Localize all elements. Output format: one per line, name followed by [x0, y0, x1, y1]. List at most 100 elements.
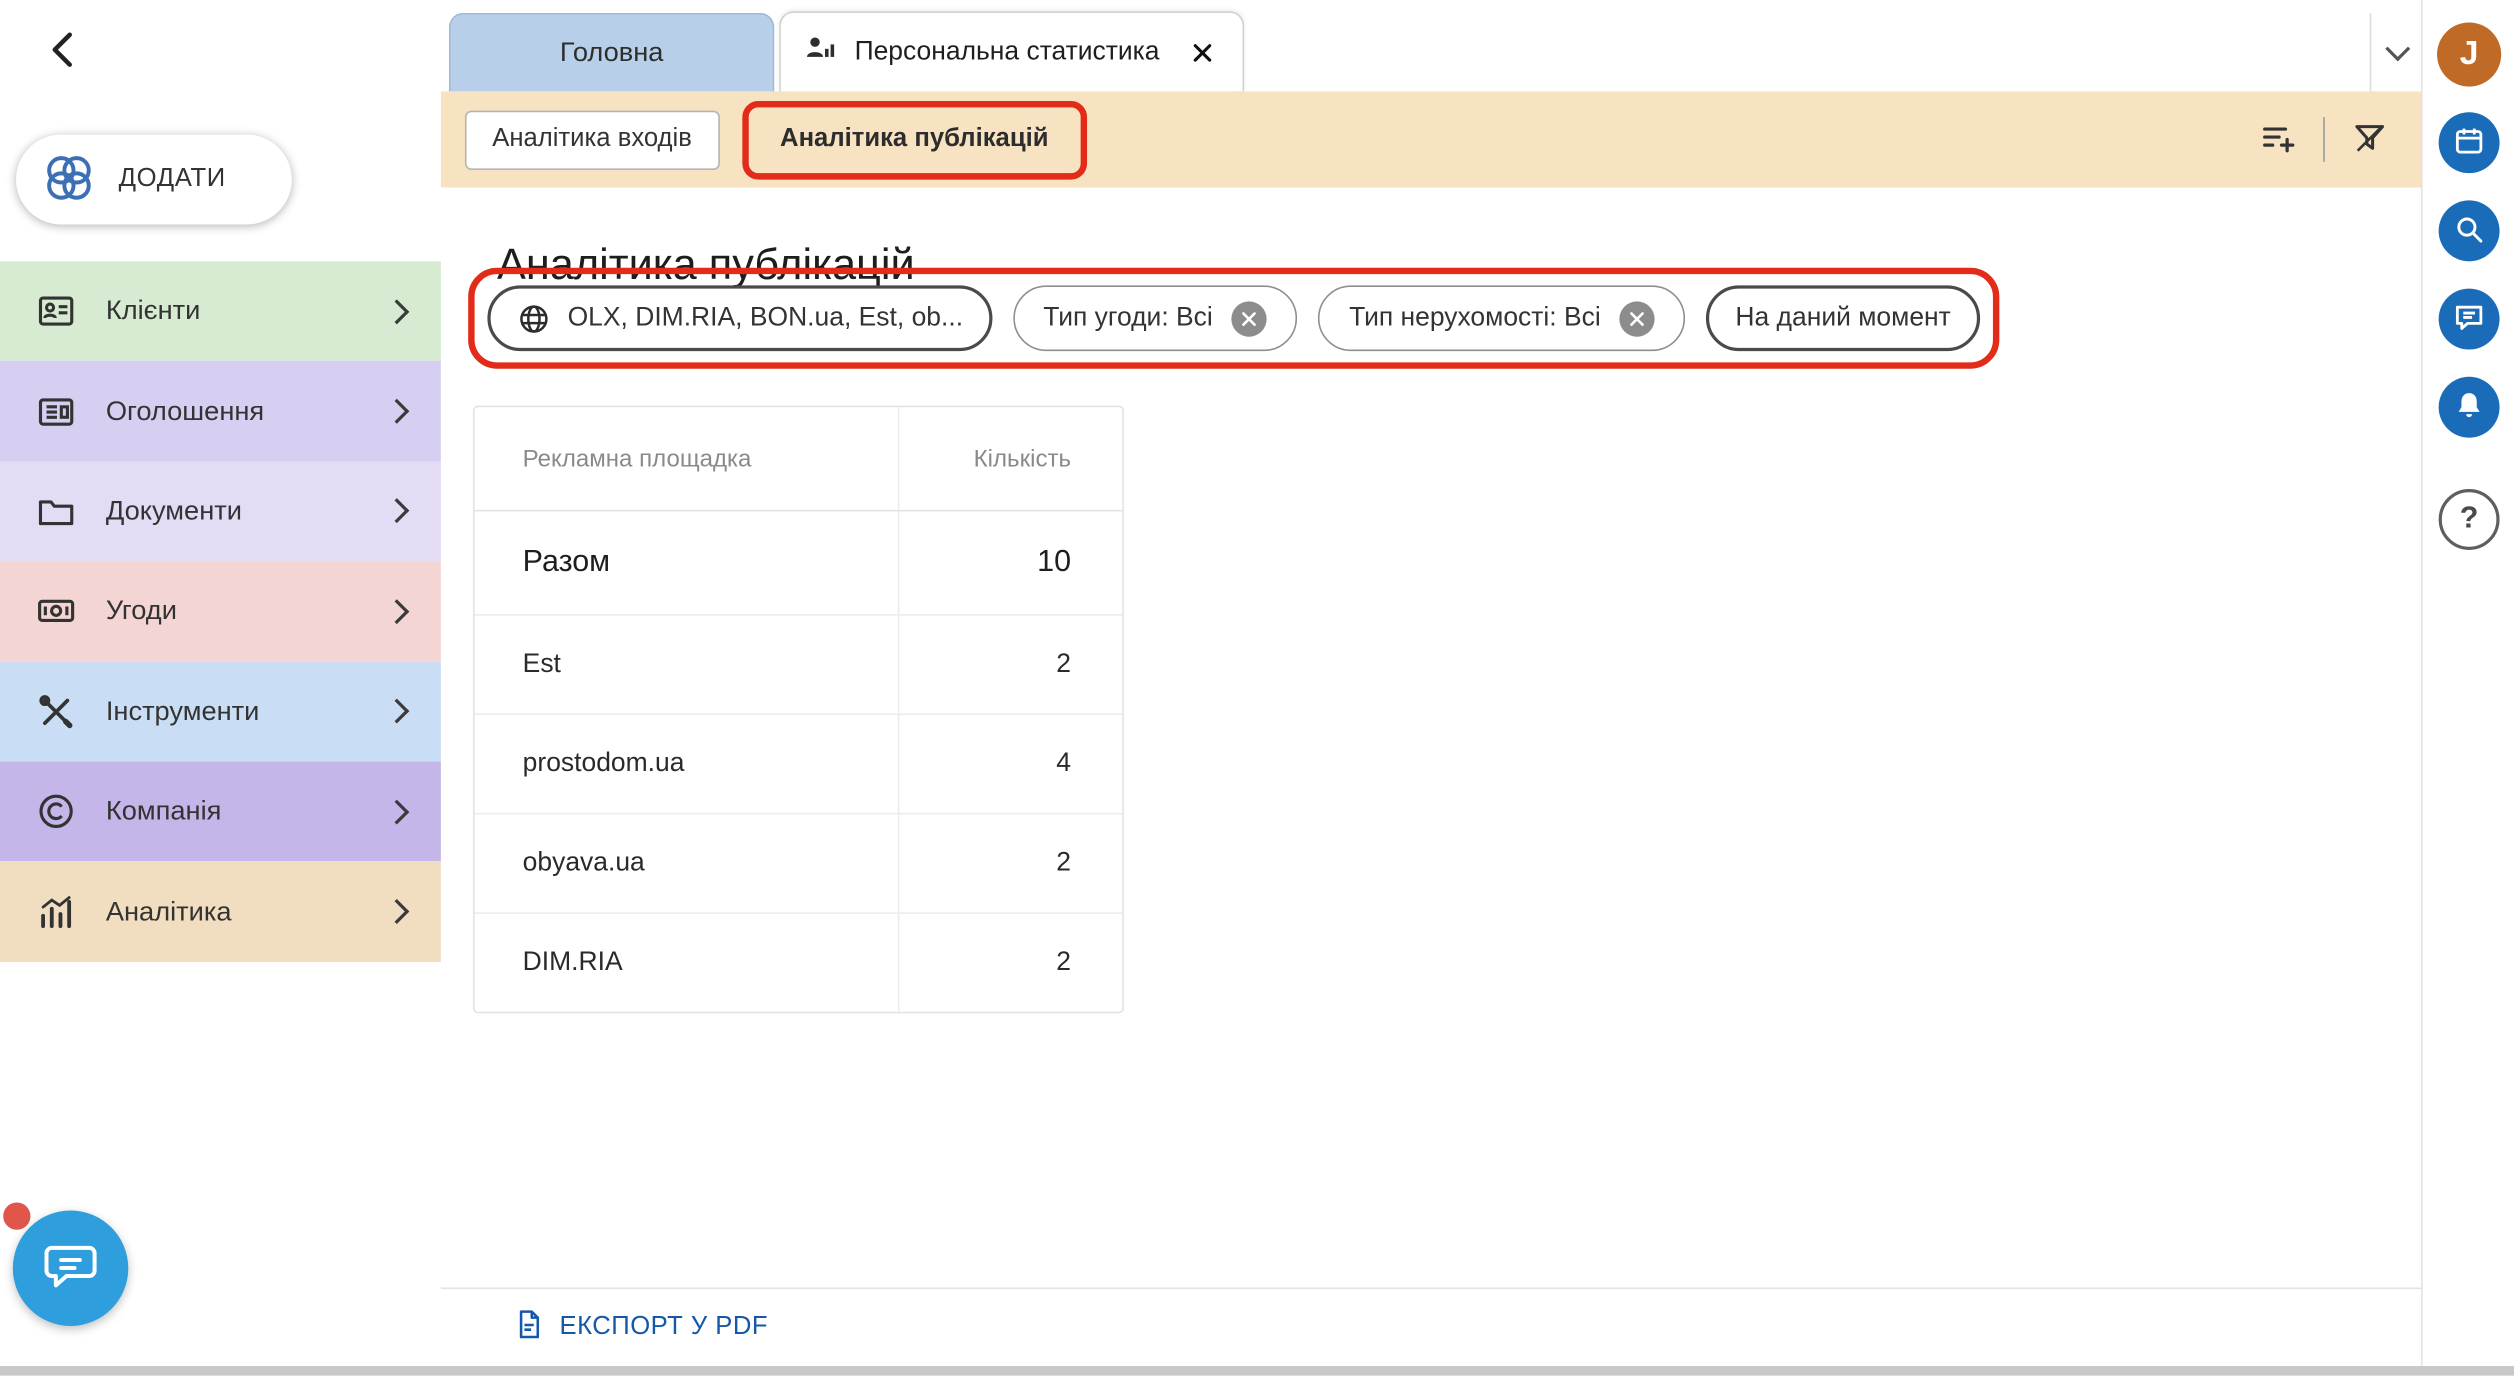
- support-chat-button[interactable]: [12, 1210, 129, 1326]
- globe-icon: [516, 301, 551, 336]
- app-window: ДОДАТИ Клієнти Оголошення Документи Угод…: [0, 0, 2514, 1376]
- sidebar-item-analytics[interactable]: Аналітика: [0, 861, 441, 962]
- sidebar-nav: Клієнти Оголошення Документи Угоди Інстр: [0, 261, 441, 962]
- help-button[interactable]: ?: [2438, 489, 2500, 550]
- table-row: Est 2: [474, 614, 1123, 714]
- table-row: obyava.ua 2: [474, 812, 1123, 913]
- sidebar-item-label: Компанія: [105, 795, 222, 826]
- newspaper-icon: [35, 391, 77, 433]
- sidebar-item-deals[interactable]: Угоди: [0, 561, 441, 662]
- chip-deal-type[interactable]: Тип угоди: Всі: [1012, 285, 1298, 352]
- column-header-count: Кількість: [897, 407, 1122, 510]
- clear-filter-icon: [2350, 118, 2388, 161]
- sidebar-item-label: Клієнти: [105, 295, 201, 326]
- messages-button[interactable]: [2438, 288, 2500, 350]
- search-icon: [2451, 211, 2486, 251]
- calendar-icon: [2451, 123, 2486, 163]
- banknote-icon: [35, 591, 77, 633]
- back-button[interactable]: [38, 26, 89, 77]
- table-row: DIM.RIA 2: [474, 912, 1123, 1012]
- id-badge-icon: [35, 291, 77, 333]
- platform-name: obyava.ua: [522, 848, 645, 878]
- sidebar-item-label: Інструменти: [105, 695, 260, 726]
- right-toolbar: J ?: [2421, 0, 2514, 1367]
- tab-bar: Головна Персональна статистика: [440, 0, 2423, 92]
- tools-icon: [35, 691, 77, 733]
- platform-name: DIM.RIA: [522, 947, 623, 977]
- remove-chip-icon[interactable]: [1232, 300, 1268, 336]
- sidebar: ДОДАТИ Клієнти Оголошення Документи Угод…: [0, 0, 441, 1367]
- chevron-right-icon: [384, 699, 410, 724]
- sidebar-item-clients[interactable]: Клієнти: [0, 261, 441, 362]
- pdf-file-icon: [513, 1308, 545, 1348]
- add-button-label: ДОДАТИ: [118, 165, 226, 193]
- chip-platforms-label: OLX, DIM.RIA, BON.ua, Est, ob...: [567, 303, 964, 332]
- message-icon: [2451, 299, 2486, 339]
- chip-deal-type-label: Тип угоди: Всі: [1043, 303, 1213, 332]
- toolbar-right-icons: [2246, 110, 2402, 169]
- sidebar-item-tools[interactable]: Інструменти: [0, 661, 441, 762]
- bottom-edge-strip: [0, 1366, 2514, 1376]
- analytics-toolbar: Аналітика входів Аналітика публікацій: [440, 91, 2422, 188]
- platform-count: 2: [897, 814, 1122, 913]
- chart-icon: [35, 891, 77, 933]
- total-value: 10: [897, 511, 1122, 615]
- sidebar-item-documents[interactable]: Документи: [0, 461, 441, 562]
- chip-current-moment[interactable]: На даний момент: [1706, 285, 1980, 352]
- sidebar-item-label: Аналітика: [105, 895, 232, 926]
- export-pdf-label: ЕКСПОРТ У PDF: [559, 1313, 768, 1341]
- chevron-right-icon: [384, 298, 410, 324]
- bell-icon: [2451, 387, 2486, 427]
- chip-platforms[interactable]: OLX, DIM.RIA, BON.ua, Est, ob...: [487, 285, 992, 352]
- tab-home[interactable]: Головна: [448, 12, 775, 92]
- main-area: Головна Персональна статистика Аналітика…: [440, 0, 2423, 1366]
- publications-analytics-panel: Аналітика публікацій OLX, DIM.RIA, BON.u…: [440, 187, 2422, 1288]
- chip-current-moment-label: На даний момент: [1735, 303, 1951, 332]
- calendar-button[interactable]: [2438, 112, 2500, 174]
- add-button[interactable]: ДОДАТИ: [16, 134, 292, 225]
- clear-filter-button[interactable]: [2338, 110, 2402, 169]
- toolbar-divider: [2323, 117, 2325, 162]
- sidebar-item-company[interactable]: Компанія: [0, 761, 441, 862]
- chat-notification-badge: [3, 1202, 31, 1230]
- export-footer: ЕКСПОРТ У PDF: [440, 1287, 2422, 1367]
- filter-chips: OLX, DIM.RIA, BON.ua, Est, ob... Тип уго…: [487, 285, 1980, 352]
- person-stats-icon: [803, 30, 838, 73]
- platform-name: prostodom.ua: [522, 748, 685, 778]
- sidebar-item-listings[interactable]: Оголошення: [0, 361, 441, 462]
- chevron-left-icon: [42, 26, 87, 76]
- add-filter-button[interactable]: [2246, 110, 2310, 169]
- platform-count: 4: [897, 715, 1122, 813]
- chevron-right-icon: [384, 598, 410, 624]
- publications-analytics-button[interactable]: Аналітика публікацій: [754, 110, 1074, 169]
- table-header-row: Рекламна площадка Кількість: [475, 407, 1123, 510]
- chevron-down-icon: [2384, 36, 2410, 62]
- tab-home-label: Головна: [559, 36, 664, 68]
- sidebar-item-label: Оголошення: [105, 395, 265, 426]
- chevron-right-icon: [384, 498, 410, 524]
- remove-chip-icon[interactable]: [1619, 300, 1656, 336]
- tab-personal-statistics-label: Персональна статистика: [854, 36, 1160, 66]
- publications-table: Рекламна площадка Кількість Разом 10 Est…: [472, 405, 1124, 1014]
- platform-count: 2: [897, 913, 1122, 1012]
- table-row: prostodom.ua 4: [474, 713, 1123, 813]
- chip-property-type[interactable]: Тип нерухомості: Всі: [1318, 285, 1686, 352]
- logins-analytics-button[interactable]: Аналітика входів: [464, 109, 720, 170]
- chevron-right-icon: [384, 799, 410, 824]
- chat-bubble-icon: [38, 1234, 102, 1303]
- export-pdf-link[interactable]: ЕКСПОРТ У PDF: [513, 1308, 768, 1348]
- search-button[interactable]: [2438, 200, 2500, 262]
- tabs-dropdown-button[interactable]: [2369, 12, 2423, 92]
- notifications-button[interactable]: [2438, 376, 2500, 438]
- chip-property-type-label: Тип нерухомості: Всі: [1349, 303, 1601, 332]
- sidebar-item-label: Документи: [105, 495, 242, 526]
- app-logo-icon: [38, 147, 99, 213]
- folder-icon: [35, 491, 77, 533]
- chevron-right-icon: [384, 398, 410, 424]
- question-mark-icon: ?: [2459, 501, 2479, 536]
- sidebar-item-label: Угоди: [105, 595, 177, 626]
- tab-personal-statistics[interactable]: Персональна статистика: [779, 11, 1245, 92]
- add-filter-icon: [2259, 118, 2297, 161]
- close-tab-icon[interactable]: [1185, 34, 1220, 69]
- avatar[interactable]: J: [2437, 22, 2502, 87]
